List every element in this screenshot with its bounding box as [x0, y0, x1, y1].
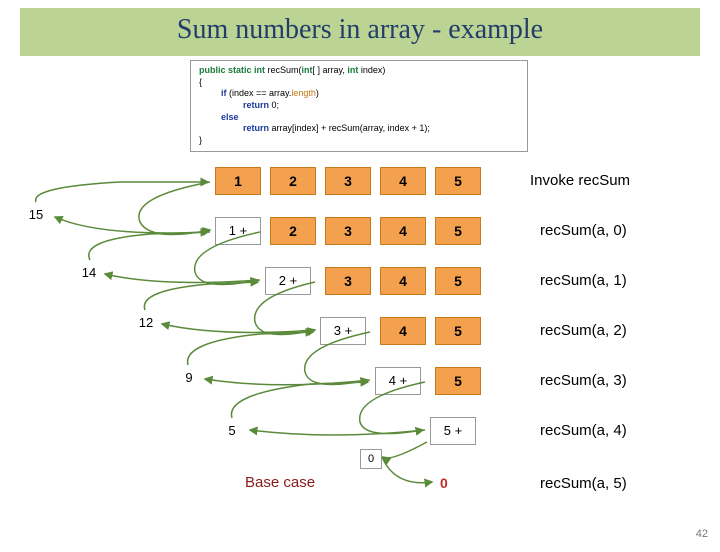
code-text: 0;: [272, 100, 280, 110]
code-kw: else: [221, 112, 239, 122]
slide-number: 42: [696, 528, 708, 540]
code-text: [ ] array,: [313, 65, 348, 75]
plus-cell: 3 +: [320, 317, 366, 345]
array-cell: 2: [270, 167, 316, 195]
code-text: {: [199, 77, 519, 89]
code-kw: return: [243, 100, 272, 110]
array-cell: 5: [435, 167, 481, 195]
code-text: recSum(: [268, 65, 302, 75]
code-kw: int: [302, 65, 313, 75]
call-label: recSum(a, 5): [540, 475, 627, 492]
plus-cell: 4 +: [375, 367, 421, 395]
array-cell: 5: [435, 367, 481, 395]
code-text: array[index] + recSum(array, index + 1);: [272, 123, 430, 133]
array-cell: 3: [325, 217, 371, 245]
array-cell: 4: [380, 167, 426, 195]
array-cell: 5: [435, 267, 481, 295]
call-label: recSum(a, 3): [540, 372, 627, 389]
sum-value: 15: [22, 204, 50, 226]
sum-value: 5: [218, 420, 246, 442]
plus-cell: 1 +: [215, 217, 261, 245]
diagram-area: 1 2 3 4 5 Invoke recSum 1 + 2 3 4 5 recS…: [0, 162, 720, 552]
code-text: (index == array.: [229, 88, 291, 98]
sum-value: 14: [75, 262, 103, 284]
sum-value: 9: [175, 367, 203, 389]
code-kw: return: [243, 123, 272, 133]
base-case-label: Base case: [245, 474, 315, 491]
call-label: recSum(a, 4): [540, 422, 627, 439]
array-cell: 2: [270, 217, 316, 245]
array-cell: 1: [215, 167, 261, 195]
zero-box: 0: [360, 449, 382, 469]
plus-cell: 5 +: [430, 417, 476, 445]
code-text: index): [358, 65, 385, 75]
code-kw: int: [347, 65, 358, 75]
code-kw: if: [221, 88, 229, 98]
page-title: Sum numbers in array - example: [20, 8, 700, 56]
array-cell: 4: [380, 267, 426, 295]
code-kw: public static int: [199, 65, 268, 75]
code-text: }: [199, 135, 519, 147]
array-cell: 5: [435, 217, 481, 245]
code-text: ): [316, 88, 319, 98]
red-zero: 0: [440, 475, 448, 491]
array-cell: 5: [435, 317, 481, 345]
sum-value: 12: [132, 312, 160, 334]
array-cell: 3: [325, 167, 371, 195]
code-block: public static int recSum(int[ ] array, i…: [190, 60, 528, 152]
call-label: recSum(a, 1): [540, 272, 627, 289]
invoke-label: Invoke recSum: [530, 172, 630, 189]
call-label: recSum(a, 0): [540, 222, 627, 239]
array-cell: 3: [325, 267, 371, 295]
call-label: recSum(a, 2): [540, 322, 627, 339]
array-cell: 4: [380, 217, 426, 245]
plus-cell: 2 +: [265, 267, 311, 295]
array-cell: 4: [380, 317, 426, 345]
code-kw: length: [291, 88, 316, 98]
